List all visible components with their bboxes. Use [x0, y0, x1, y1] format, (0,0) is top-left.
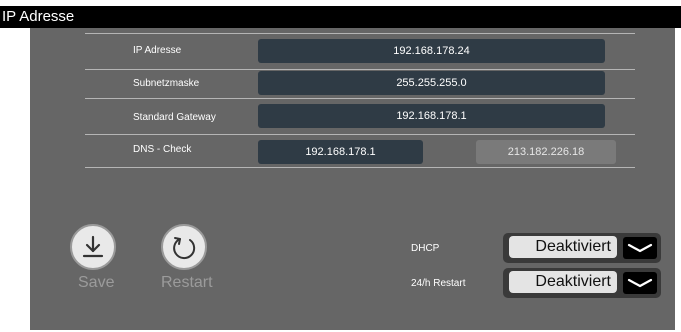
chevron-down-icon[interactable]	[623, 237, 657, 259]
dns-check-label: DNS - Check	[133, 144, 192, 155]
subnet-mask-label: Subnetzmaske	[133, 78, 200, 89]
restart-24h-select[interactable]: Deaktiviert	[503, 268, 661, 298]
separator	[85, 33, 635, 34]
subnet-mask-field[interactable]: 255.255.255.0	[258, 71, 605, 95]
dhcp-label: DHCP	[411, 243, 440, 254]
separator	[85, 98, 635, 99]
dhcp-value: Deaktiviert	[509, 236, 617, 258]
chevron-down-icon[interactable]	[623, 272, 657, 294]
ip-settings-panel: IP Adresse 192.168.178.24 Subnetzmaske 2…	[30, 28, 675, 330]
save-button[interactable]	[70, 224, 116, 270]
title-bar: IP Adresse	[0, 6, 681, 28]
gateway-field[interactable]: 192.168.178.1	[258, 104, 605, 128]
refresh-icon	[173, 237, 196, 260]
ip-address-field[interactable]: 192.168.178.24	[258, 39, 605, 63]
restart-24h-label: 24/h Restart	[411, 278, 466, 289]
dns-secondary-field[interactable]: 213.182.226.18	[476, 140, 616, 164]
separator	[85, 69, 635, 70]
window-title: IP Adresse	[2, 8, 75, 25]
restart-24h-value: Deaktiviert	[509, 271, 617, 293]
separator	[85, 134, 635, 135]
restart-label: Restart	[161, 274, 213, 291]
separator	[85, 167, 635, 168]
save-label: Save	[78, 274, 115, 291]
ip-address-label: IP Adresse	[133, 45, 182, 56]
restart-button[interactable]	[161, 224, 207, 270]
dns-primary-field[interactable]: 192.168.178.1	[258, 140, 423, 164]
dhcp-select[interactable]: Deaktiviert	[503, 233, 661, 263]
gateway-label: Standard Gateway	[133, 112, 216, 123]
download-icon	[82, 235, 104, 258]
